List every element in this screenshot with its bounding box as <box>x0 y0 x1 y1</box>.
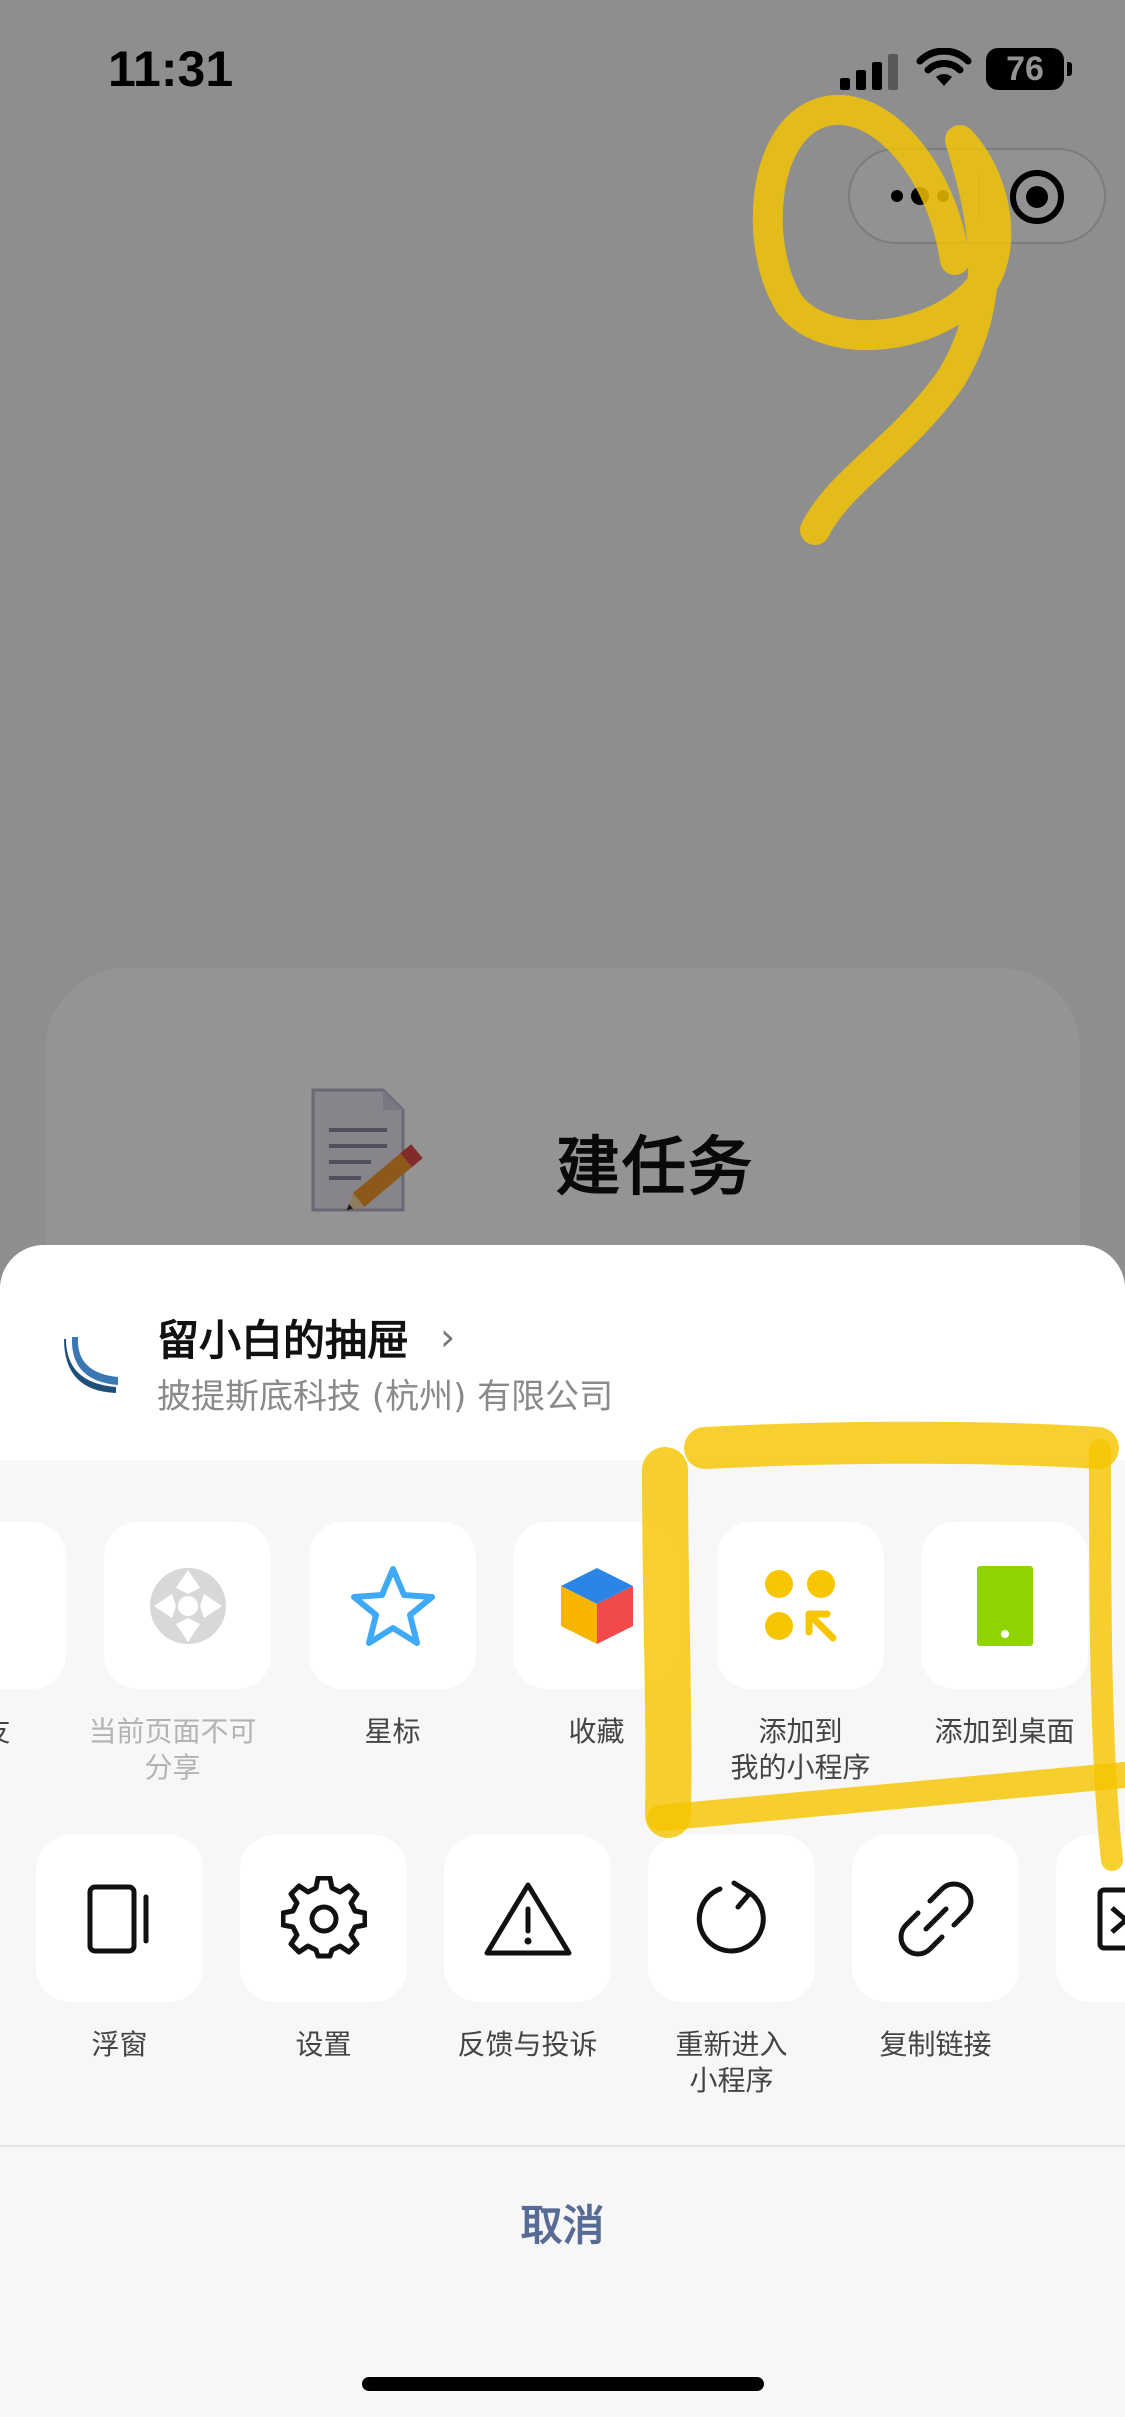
star-label: 星标 <box>364 1715 421 1748</box>
tools-row: 浮窗 设置 反馈与投诉 重新进入 小程序 复制链接 <box>0 1835 1125 2125</box>
link-icon <box>898 1881 973 1956</box>
app-name: 留小白的抽屉 <box>157 1316 410 1365</box>
app-company: 披提斯底科技 (杭州) 有限公司 <box>157 1377 614 1417</box>
reload-label: 重新进入 小程序 <box>675 2028 788 2097</box>
chevron-right-icon: › <box>440 1315 456 1359</box>
action-sheet: 留小白的抽屉 › 披提斯底科技 (杭州) 有限公司 朋友 <box>0 1245 1125 2417</box>
translate-label: 翻 <box>1022 2027 1125 2063</box>
settings-label: 设置 <box>295 2028 352 2061</box>
gear-icon <box>280 1875 367 1958</box>
share-disabled-icon <box>149 1567 226 1644</box>
warning-icon <box>484 1882 571 1955</box>
add-desktop-icon <box>976 1565 1033 1646</box>
floating-window-icon <box>87 1884 148 1953</box>
star-icon <box>350 1565 435 1646</box>
add-desktop-label: 添加到桌面 <box>934 1715 1075 1748</box>
settings-tile <box>240 1835 407 2002</box>
copy-link-label: 复制链接 <box>879 2028 992 2061</box>
share-disabled-tile <box>104 1522 271 1689</box>
reload-tile <box>648 1835 815 2002</box>
app-logo-icon <box>64 1337 118 1393</box>
home-indicator <box>362 2377 764 2391</box>
copy-link-tile <box>852 1835 1019 2002</box>
favorite-tile <box>513 1522 680 1689</box>
star-tile <box>309 1522 476 1689</box>
favorite-cube-icon <box>560 1567 633 1644</box>
reload-icon <box>696 1880 766 1953</box>
feedback-label: 反馈与投诉 <box>457 2028 598 2061</box>
favorite-label: 收藏 <box>568 1715 625 1748</box>
translate-icon <box>1097 1887 1125 1950</box>
mini-program-info[interactable]: 留小白的抽屉 › 披提斯底科技 (杭州) 有限公司 <box>0 1245 1125 1460</box>
share-friend-tile <box>0 1522 66 1689</box>
add-mini-program-label: 添加到 我的小程序 <box>730 1715 871 1784</box>
add-mini-program-icon <box>764 1569 836 1641</box>
translate-tile <box>1056 1835 1125 2002</box>
cancel-button[interactable]: 取消 <box>0 2147 1125 2297</box>
share-friend-icon <box>0 1571 18 1641</box>
floating-window-tile <box>36 1835 203 2002</box>
add-mini-program-tile <box>717 1522 884 1689</box>
share-row: 朋友 当前页面不可分享 <box>0 1522 1125 1812</box>
floating-window-label: 浮窗 <box>91 2028 148 2061</box>
feedback-tile <box>444 1835 611 2002</box>
add-desktop-tile <box>921 1522 1088 1689</box>
share-disabled-label: 当前页面不可分享 <box>88 1715 257 1784</box>
